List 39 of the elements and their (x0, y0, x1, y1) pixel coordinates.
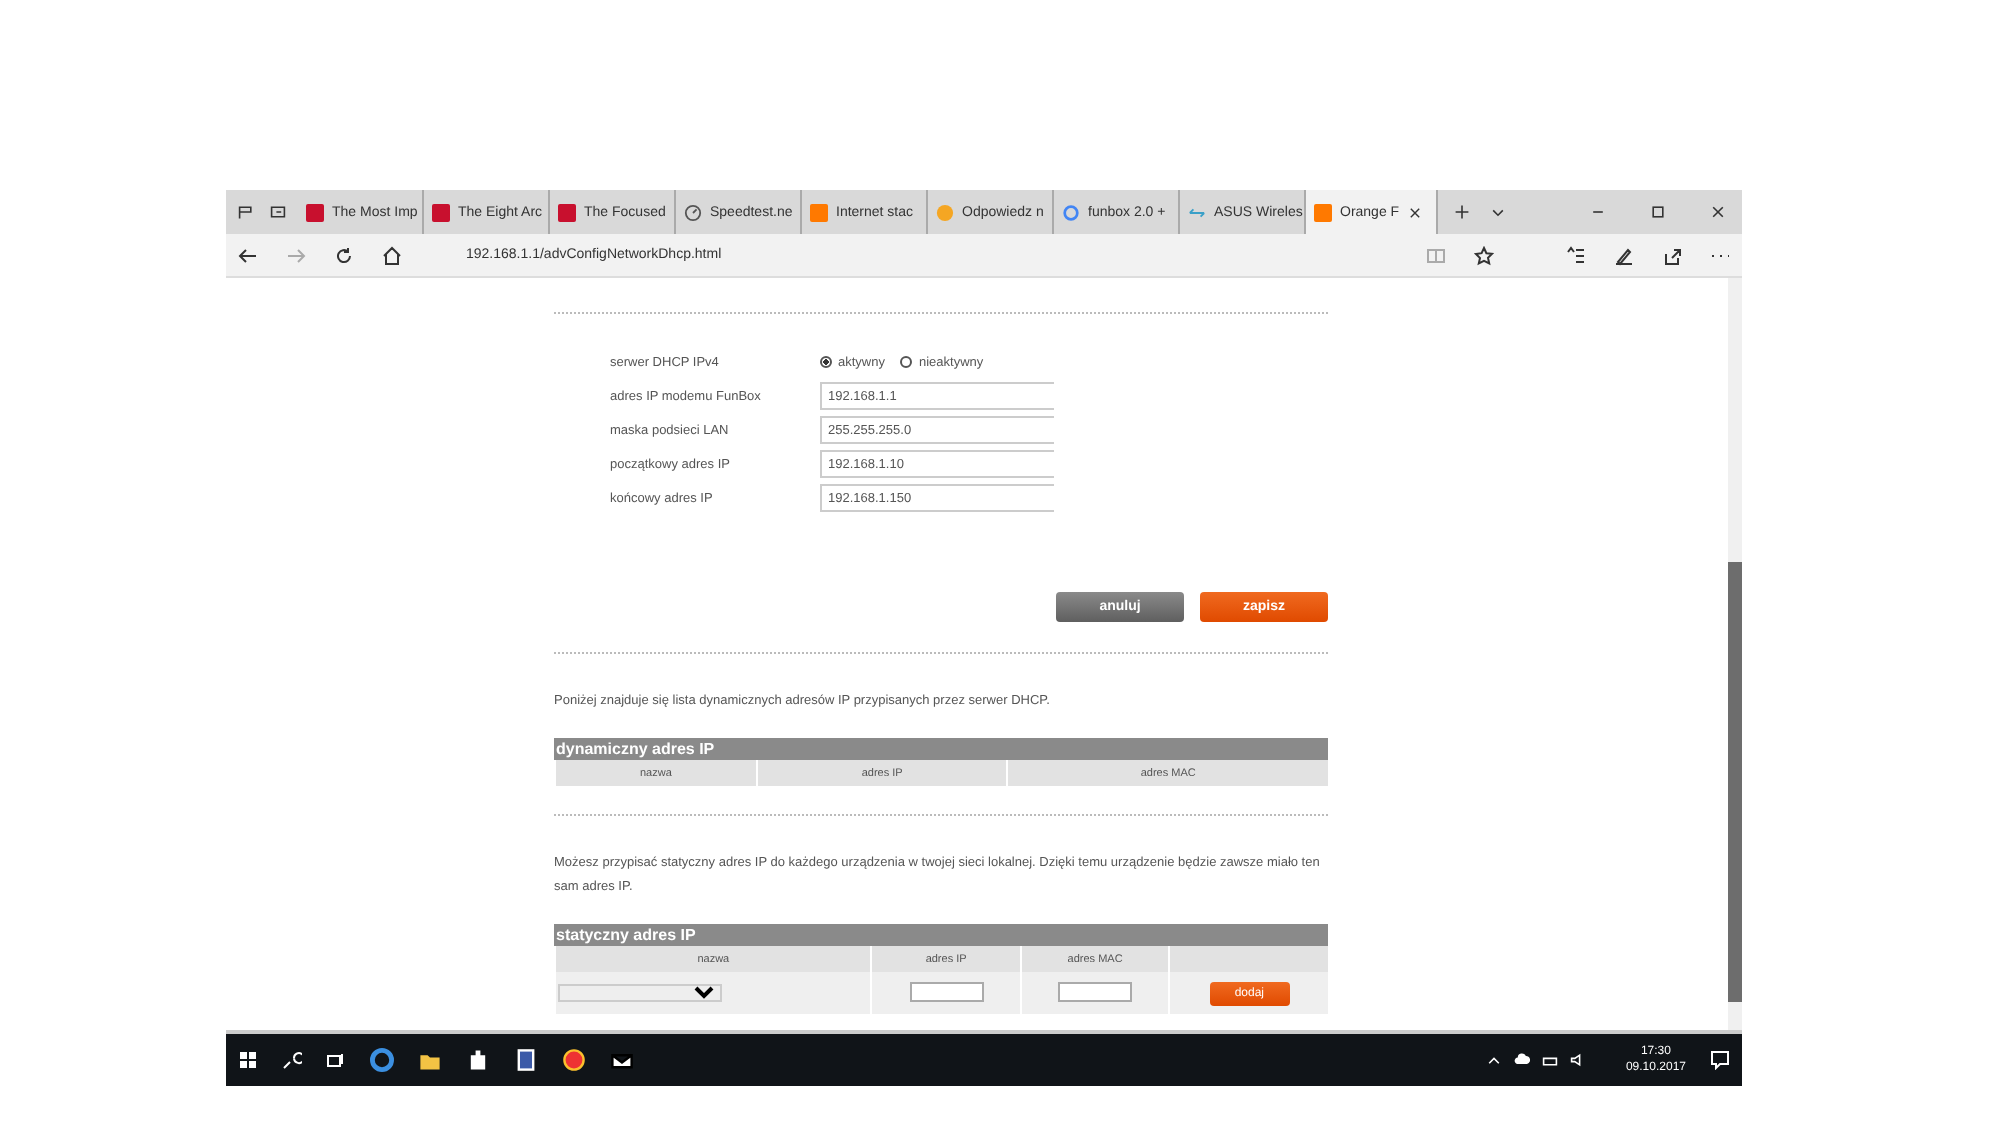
task-view-icon[interactable] (326, 1050, 346, 1070)
gauge-icon (684, 203, 702, 221)
chevron-down-icon[interactable] (1490, 204, 1506, 220)
square-logo-icon (810, 203, 828, 221)
favorites-list-icon[interactable] (1566, 245, 1586, 265)
news-logo-icon (306, 203, 324, 221)
store-icon[interactable] (466, 1048, 490, 1072)
square-logo-icon (1314, 203, 1332, 221)
mail-icon[interactable] (610, 1048, 634, 1072)
speaker-icon[interactable] (1569, 1052, 1586, 1068)
tabs-icon[interactable] (238, 204, 254, 220)
circle-icon (936, 203, 954, 221)
chevron-up-icon[interactable] (1485, 1052, 1502, 1068)
table-title: statyczny adres IP (554, 924, 1328, 946)
plus-icon[interactable] (1454, 204, 1470, 220)
scrollbar[interactable] (1728, 278, 1742, 1030)
news-logo-icon (558, 203, 576, 221)
refresh-icon[interactable] (334, 245, 354, 265)
home-icon[interactable] (382, 245, 402, 265)
star-icon[interactable] (1474, 245, 1494, 265)
scrollbar-thumb[interactable] (1728, 562, 1742, 1002)
pen-icon[interactable] (1614, 245, 1634, 265)
tab-aside-icon[interactable] (270, 204, 286, 220)
notifications-icon[interactable] (1710, 1050, 1730, 1070)
table-title: dynamiczny adres IP (554, 738, 1328, 760)
news-logo-icon (432, 203, 450, 221)
app-icon[interactable] (514, 1048, 538, 1072)
back-icon[interactable] (238, 245, 258, 265)
mac-input[interactable] (1058, 981, 1133, 1002)
maximize-icon[interactable] (1650, 204, 1666, 220)
close-icon[interactable] (1407, 205, 1422, 219)
close-icon[interactable] (1710, 204, 1726, 220)
share-icon[interactable] (1662, 245, 1682, 265)
ip-input[interactable] (909, 981, 984, 1002)
windows-start-icon[interactable] (238, 1050, 258, 1070)
device-select[interactable] (558, 984, 722, 1002)
network-icon[interactable] (1541, 1052, 1558, 1068)
cloud-icon[interactable] (1513, 1052, 1530, 1068)
arrows-icon (1188, 203, 1206, 221)
